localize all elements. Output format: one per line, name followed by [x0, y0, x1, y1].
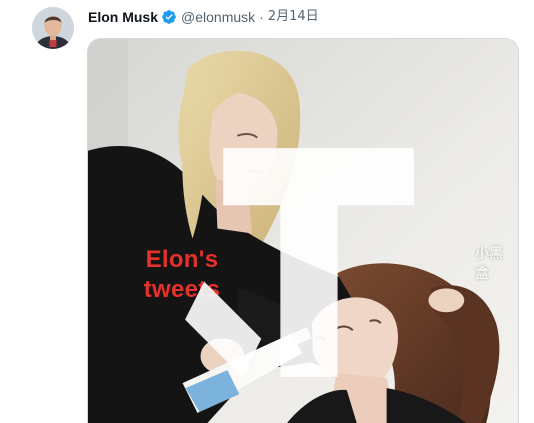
author-handle[interactable]: @elonmusk	[181, 6, 255, 28]
watermark: 小黑盒	[166, 110, 512, 415]
tweet: Elon Musk @elonmusk · 2月14日 Elon's tweet…	[0, 0, 534, 423]
author-name[interactable]: Elon Musk	[88, 6, 158, 28]
avatar-photo	[32, 7, 74, 49]
tweet-image[interactable]: Elon's tweets 小黑盒	[87, 38, 519, 423]
verified-badge-icon	[161, 9, 177, 25]
separator-dot: ·	[259, 9, 264, 25]
tweet-date[interactable]: 2月14日	[268, 6, 319, 28]
xiaoheihe-logo-icon	[185, 148, 414, 377]
watermark-text: 小黑盒	[474, 245, 503, 282]
tweet-header: Elon Musk @elonmusk · 2月14日	[88, 6, 319, 28]
avatar[interactable]	[32, 7, 74, 49]
